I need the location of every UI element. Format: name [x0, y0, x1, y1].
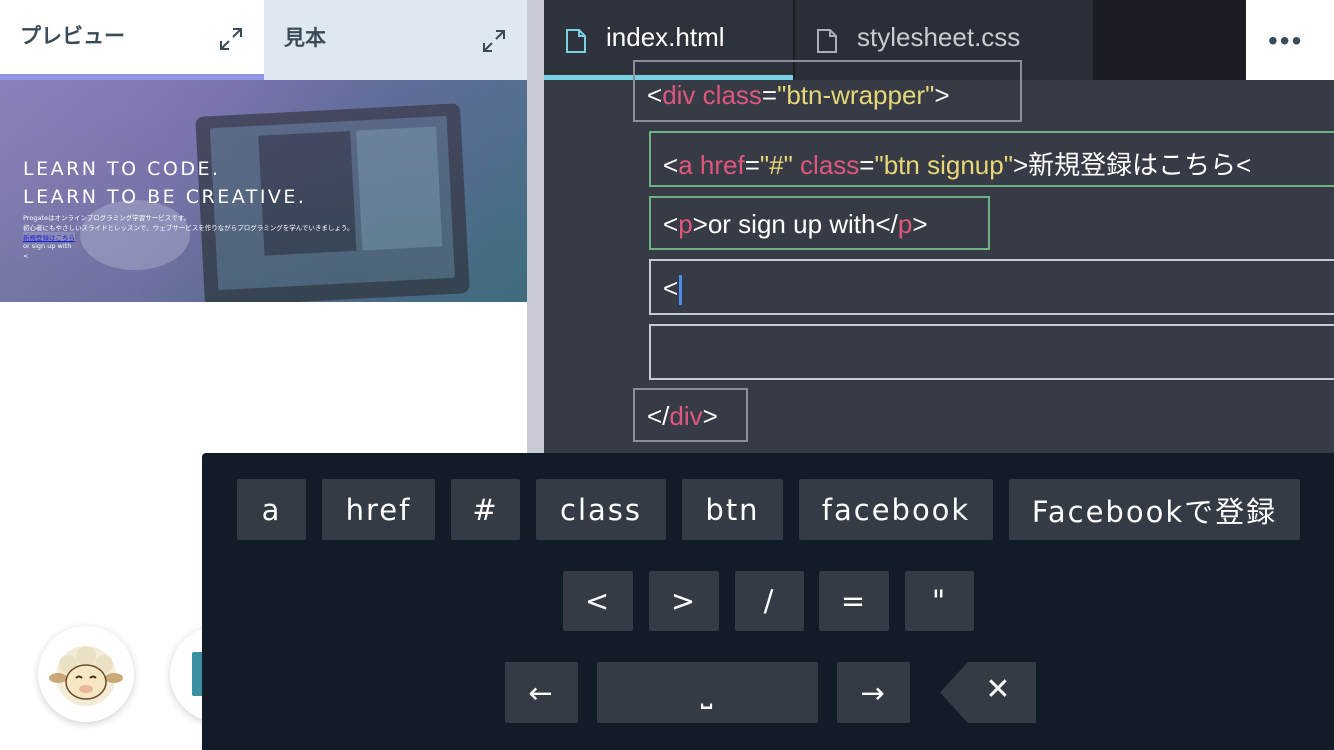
code-block-anchor[interactable]: <a href="#" class="btn signup">新規登録はこちら<: [649, 131, 1334, 187]
hero-description: 初心者にもやさしいスライドとレッスンで、ウェブサービスを作りながらプログラミング…: [23, 224, 354, 232]
code-input-empty-line[interactable]: [649, 324, 1334, 380]
right-arrow-key[interactable]: →: [837, 662, 910, 723]
left-arrow-key[interactable]: ←: [505, 662, 578, 723]
key-double-quote[interactable]: ": [905, 571, 974, 631]
code-block-div-close[interactable]: </div>: [633, 388, 748, 442]
tab-preview[interactable]: プレビュー: [0, 0, 264, 80]
sheep-icon: [49, 646, 123, 706]
key-facebook[interactable]: facebook: [799, 479, 993, 540]
key-equals[interactable]: =: [819, 571, 889, 631]
more-icon: •••: [1268, 25, 1304, 56]
key-facebook-signup[interactable]: Facebookで登録: [1009, 479, 1300, 540]
file-icon: [566, 29, 586, 53]
backspace-key[interactable]: ✕: [940, 662, 1036, 723]
hero-description: Progateはオンラインプログラミング学習サービスです。: [23, 214, 191, 222]
code-block-div-open[interactable]: <div class="btn-wrapper">: [633, 60, 1022, 122]
tab-sample-label: 見本: [284, 26, 326, 50]
file-icon: [817, 29, 837, 53]
expand-icon[interactable]: [218, 26, 244, 52]
tab-preview-label: プレビュー: [20, 24, 125, 48]
app-root: プレビュー 見本 LEARN TO CODE. LEARN TO BE CREA…: [0, 0, 1334, 750]
tab-label: index.html: [606, 22, 725, 52]
key-slash[interactable]: /: [735, 571, 804, 631]
space-key[interactable]: ⎵: [597, 662, 818, 723]
key-less-than[interactable]: <: [563, 571, 633, 631]
code-keyboard: a href # class btn facebook Facebookで登録 …: [202, 453, 1334, 750]
more-menu-button[interactable]: •••: [1246, 0, 1334, 80]
key-hash[interactable]: #: [451, 479, 520, 540]
close-icon: ✕: [985, 672, 1011, 707]
code-block-paragraph[interactable]: <p>or sign up with</p>: [649, 196, 990, 250]
expand-icon[interactable]: [481, 28, 507, 54]
key-href[interactable]: href: [322, 479, 435, 540]
text-cursor: [679, 275, 683, 306]
hero-title-line1: LEARN TO CODE.: [23, 158, 221, 180]
sheep-avatar-button[interactable]: [38, 626, 134, 722]
key-greater-than[interactable]: >: [649, 571, 719, 631]
hero-signup-with: or sign up with: [23, 242, 72, 250]
hero-signup-link[interactable]: 新規登録はこちら: [23, 232, 75, 242]
hero-title-line2: LEARN TO BE CREATIVE.: [23, 186, 307, 208]
tab-label: stylesheet.css: [857, 22, 1021, 52]
key-a[interactable]: a: [237, 479, 306, 540]
tab-sample[interactable]: 見本: [264, 0, 527, 80]
code-input-active-line[interactable]: <: [649, 259, 1334, 315]
preview-hero: LEARN TO CODE. LEARN TO BE CREATIVE. Pro…: [0, 80, 527, 302]
hero-partial-tag: <: [23, 252, 29, 260]
key-btn[interactable]: btn: [682, 479, 783, 540]
key-class[interactable]: class: [536, 479, 666, 540]
